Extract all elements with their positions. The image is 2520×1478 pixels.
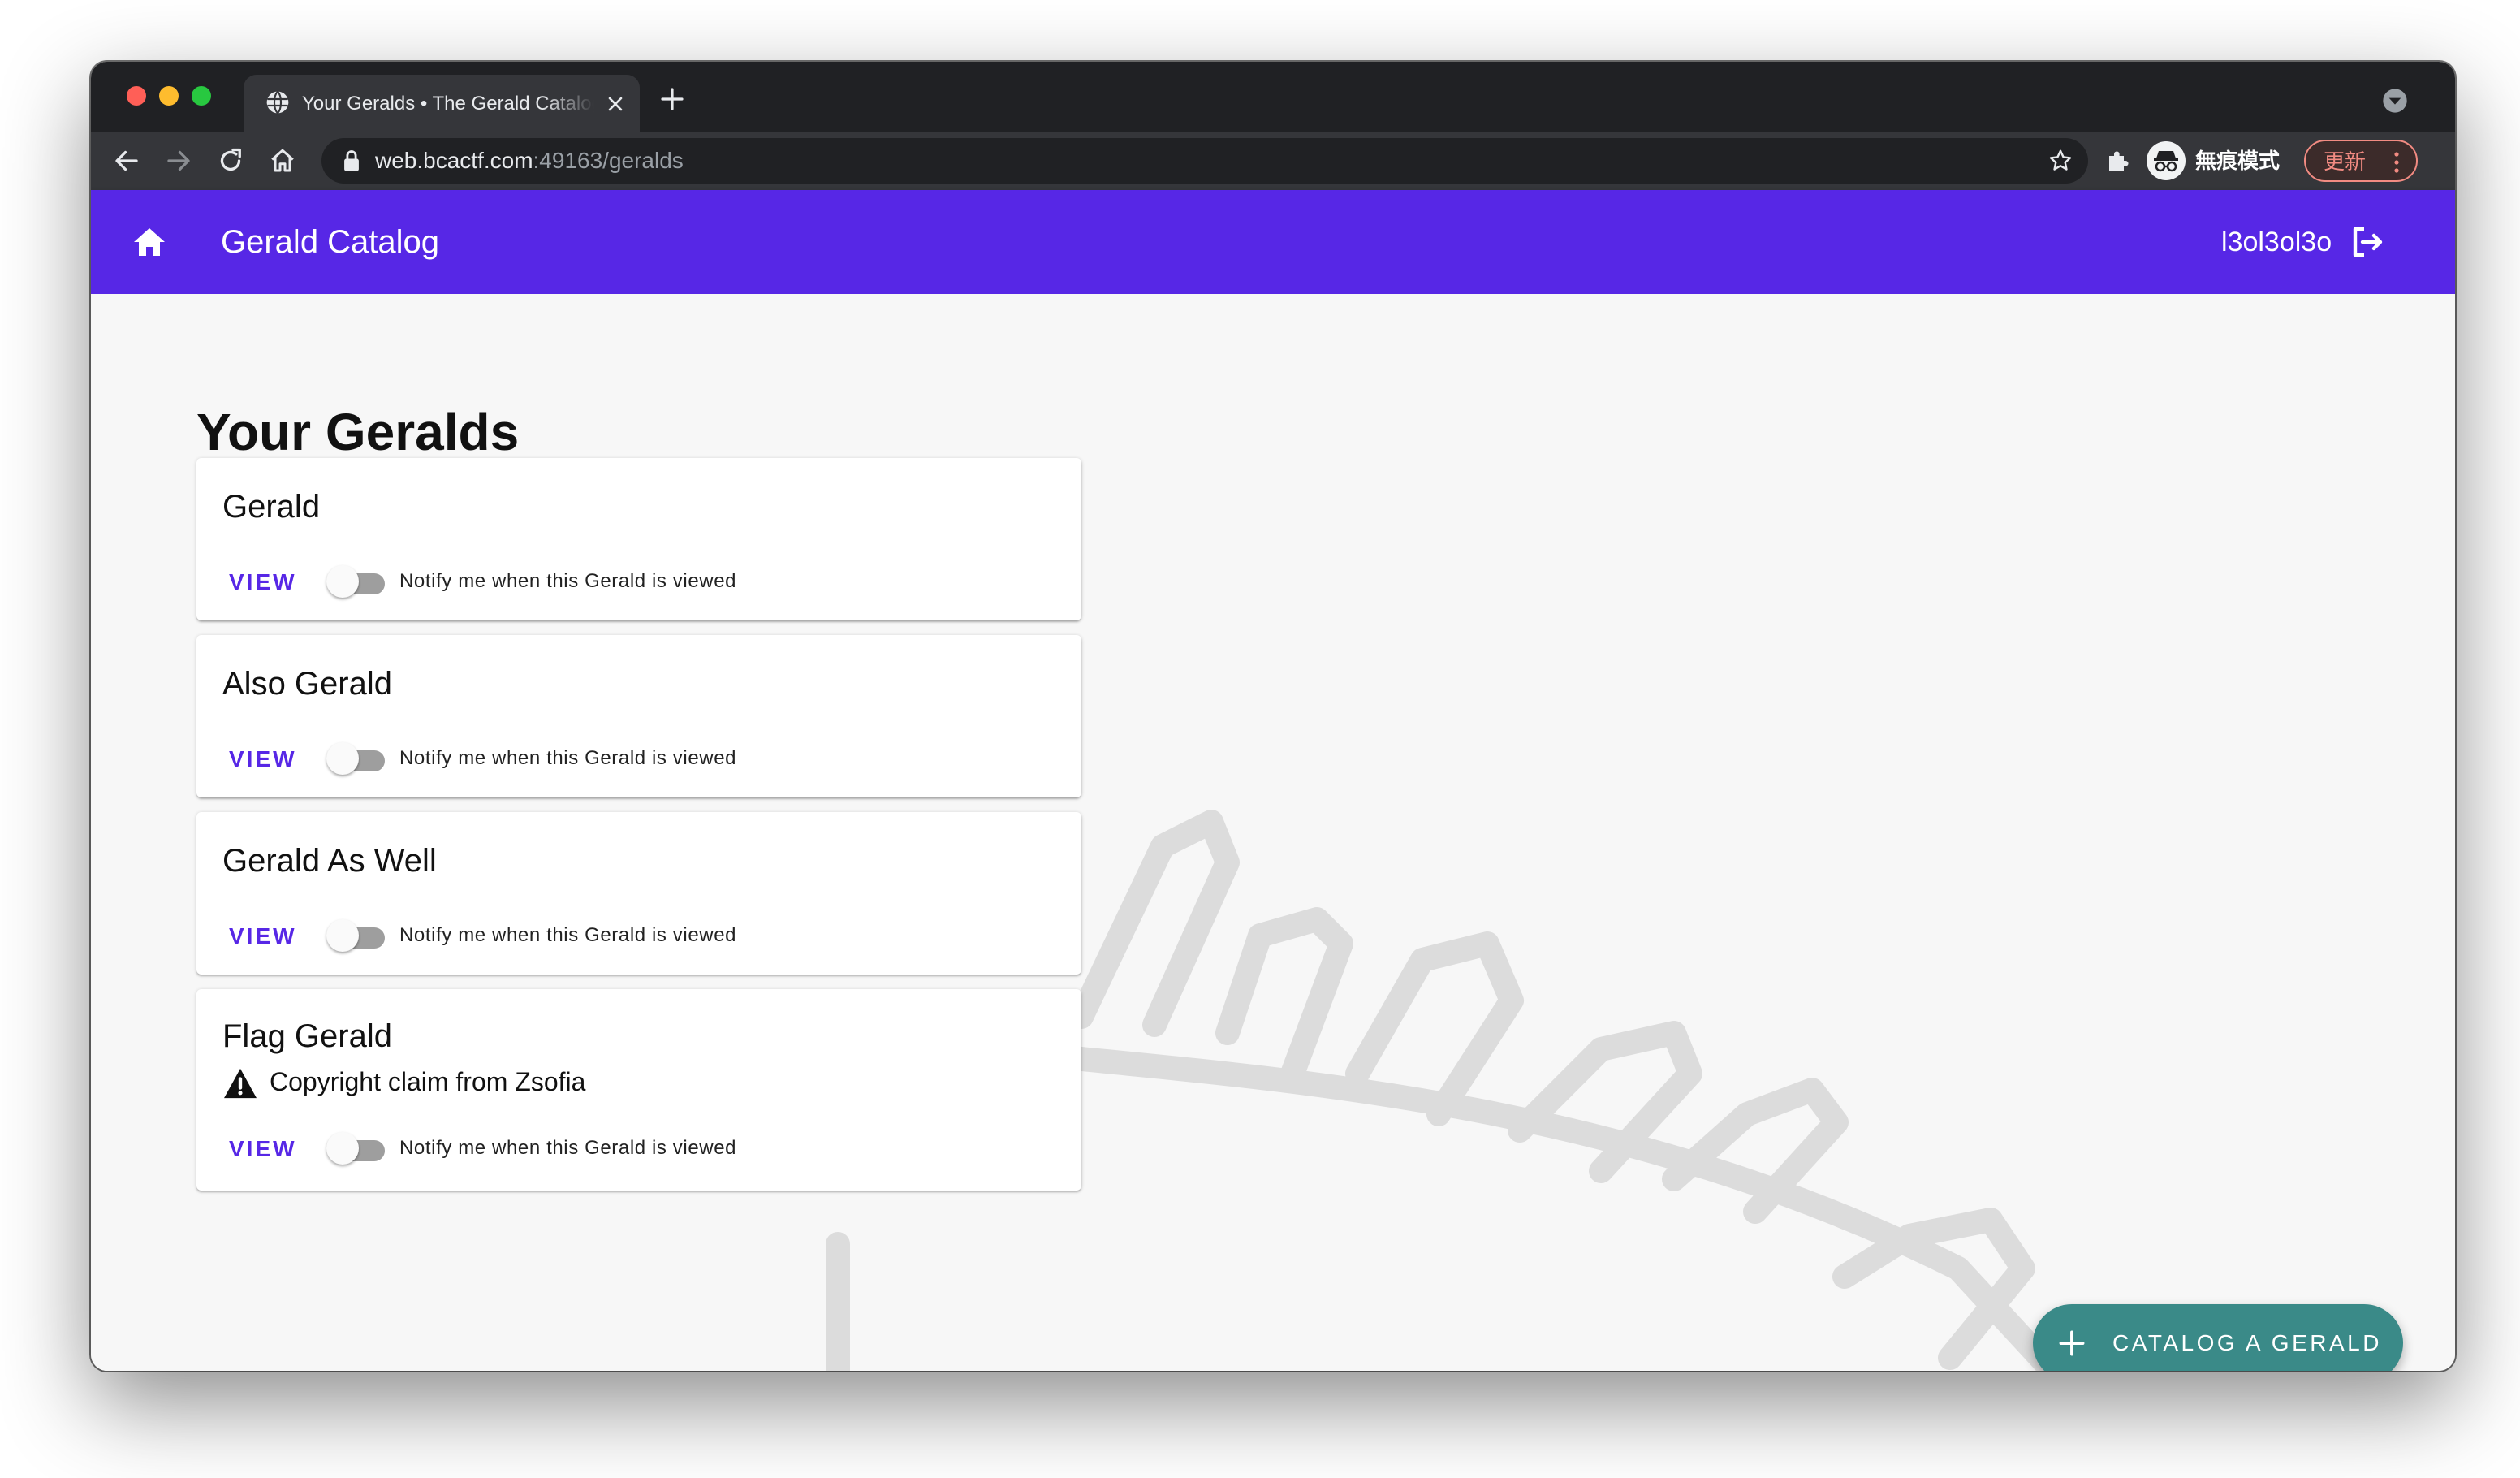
incognito-icon[interactable] [2147, 141, 2186, 180]
reload-icon[interactable] [216, 146, 245, 175]
page-content: Your Geralds Gerald VIEW Notify me when … [91, 294, 2455, 1371]
plus-icon [2059, 1330, 2085, 1356]
puzzle-icon[interactable] [2104, 146, 2134, 175]
notify-label: Notify me when this Gerald is viewed [399, 1137, 737, 1159]
gerald-card: Gerald As Well VIEW Notify me when this … [196, 812, 1081, 975]
warning-icon [224, 1068, 257, 1099]
gerald-card: Gerald VIEW Notify me when this Gerald i… [196, 458, 1081, 620]
toggle-thumb[interactable] [326, 919, 359, 952]
toggle-thumb[interactable] [326, 1132, 359, 1165]
gerald-card: Flag Gerald Copyright claim from Zsofia … [196, 989, 1081, 1191]
view-button[interactable]: VIEW [213, 1127, 295, 1169]
close-icon[interactable] [606, 94, 625, 114]
address-bar[interactable]: web.bcactf.com:49163/geralds [321, 138, 2088, 184]
page-title: Your Geralds [196, 403, 520, 461]
gerald-card: Also Gerald VIEW Notify me when this Ger… [196, 635, 1081, 797]
view-button[interactable]: VIEW [213, 560, 295, 603]
plus-icon[interactable] [659, 86, 685, 112]
notify-toggle[interactable] [326, 739, 388, 778]
chevron-down-icon[interactable] [2382, 88, 2408, 114]
browser-window: Your Geralds • The Gerald Catalog web.bc… [91, 62, 2455, 1371]
gerald-name: Gerald As Well [222, 843, 437, 879]
view-button-label: VIEW [229, 1136, 297, 1161]
app-title[interactable]: Gerald Catalog [221, 223, 439, 261]
zoom-window-button[interactable] [192, 86, 211, 106]
gerald-name: Also Gerald [222, 666, 392, 702]
catalog-gerald-label: CATALOG A GERALD [2112, 1330, 2382, 1355]
notify-label: Notify me when this Gerald is viewed [399, 570, 737, 592]
incognito-glyph [2154, 151, 2178, 172]
notify-toggle[interactable] [326, 916, 388, 955]
tab-strip: Your Geralds • The Gerald Catalog [91, 62, 2455, 132]
url-path: :49163/geralds [533, 148, 684, 173]
tab-title: Your Geralds • The Gerald Catalog [302, 93, 594, 115]
update-button[interactable]: 更新 [2304, 140, 2418, 182]
warning-text: Copyright claim from Zsofia [270, 1067, 586, 1096]
home-icon[interactable] [268, 146, 297, 175]
back-arrow-icon[interactable] [112, 146, 141, 175]
browser-tab[interactable]: Your Geralds • The Gerald Catalog [244, 75, 640, 132]
notify-toggle[interactable] [326, 1129, 388, 1168]
view-button-label: VIEW [229, 746, 297, 771]
home-icon[interactable] [130, 223, 169, 261]
close-window-button[interactable] [127, 86, 146, 106]
browser-toolbar: web.bcactf.com:49163/geralds 無痕模式 更新 [91, 132, 2455, 190]
view-button-label: VIEW [229, 923, 297, 949]
url-host: web.bcactf.com [375, 148, 533, 173]
app-bar: Gerald Catalog l3ol3ol3o [91, 190, 2455, 294]
gerald-name: Flag Gerald [222, 1018, 392, 1054]
lock-icon[interactable] [341, 149, 362, 172]
star-icon[interactable] [2048, 148, 2073, 174]
globe-icon [266, 90, 289, 115]
url-text: web.bcactf.com:49163/geralds [375, 148, 684, 174]
forward-arrow-icon[interactable] [164, 146, 193, 175]
notify-label: Notify me when this Gerald is viewed [399, 924, 737, 946]
more-vert-icon[interactable] [2390, 151, 2403, 174]
incognito-label: 無痕模式 [2195, 149, 2281, 173]
gerald-name: Gerald [222, 489, 321, 525]
username: l3ol3ol3o [2221, 227, 2332, 257]
notify-label: Notify me when this Gerald is viewed [399, 747, 737, 769]
notify-toggle[interactable] [326, 562, 388, 601]
update-label: 更新 [2324, 149, 2367, 174]
catalog-gerald-button[interactable]: CATALOG A GERALD [2033, 1304, 2403, 1371]
minimize-window-button[interactable] [159, 86, 179, 106]
logout-icon[interactable] [2348, 223, 2387, 261]
view-button[interactable]: VIEW [213, 914, 295, 957]
view-button[interactable]: VIEW [213, 737, 295, 780]
screenshot-stage: Your Geralds • The Gerald Catalog web.bc… [0, 0, 2520, 1478]
toggle-thumb[interactable] [326, 565, 359, 598]
toggle-thumb[interactable] [326, 742, 359, 775]
view-button-label: VIEW [229, 569, 297, 594]
